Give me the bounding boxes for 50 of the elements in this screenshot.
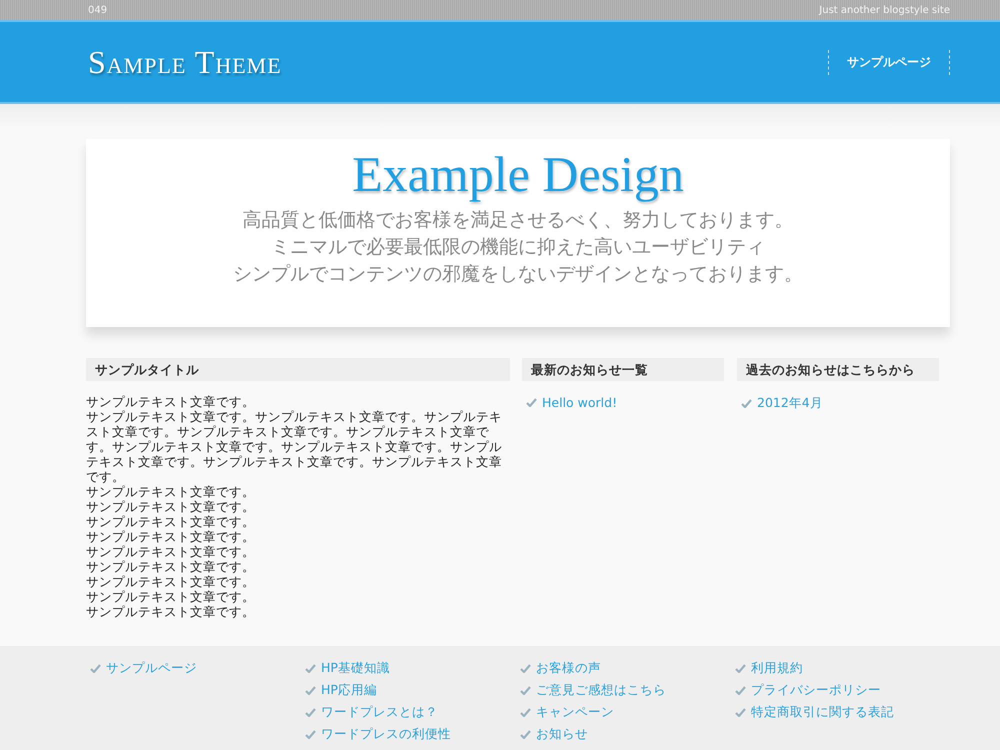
nav-link[interactable]: サンプルページ bbox=[828, 50, 950, 74]
body-text: サンプルテキスト文章です。 bbox=[86, 544, 256, 559]
widget-heading: 過去のお知らせはこちらから bbox=[737, 358, 939, 381]
footer-link[interactable]: 特定商取引に関する表記 bbox=[751, 704, 894, 721]
widget-link[interactable]: Hello world! bbox=[542, 395, 618, 410]
hero-text: ミニマルで必要最低限の機能に抑えた高いユーザビリティ bbox=[271, 235, 765, 260]
footer-link[interactable]: プライバシーポリシー bbox=[751, 682, 881, 699]
footer-link[interactable]: ワードプレスとは？ bbox=[321, 704, 438, 721]
checkmark-icon bbox=[526, 398, 537, 407]
checkmark-icon bbox=[735, 686, 746, 695]
body-text: サンプルテキスト文章です。サンプルテキスト文章です。サンプルテキスト文章です。サンプルテキスト文章です。サンプルテキスト文章です。サンプルテキスト文章です。サンプルテキスト文章です。サンプルテキスト文章です。サンプルテキスト文章です。サンプルテキスト文章です。 bbox=[86, 409, 503, 484]
hero-text: シンプルでコンテンツの邪魔をしないデザインとなっております。 bbox=[233, 262, 803, 287]
footer-link[interactable]: お知らせ bbox=[536, 726, 588, 743]
checkmark-icon bbox=[520, 730, 531, 739]
checkmark-icon bbox=[305, 686, 316, 695]
footer-link[interactable]: ワードプレスの利便性 bbox=[321, 726, 451, 743]
checkmark-icon bbox=[520, 708, 531, 717]
footer-link[interactable]: キャンペーン bbox=[536, 704, 614, 721]
footer-link[interactable]: サンプルページ bbox=[106, 660, 197, 677]
site-tagline: Just another blogstyle site bbox=[819, 4, 950, 16]
checkmark-icon bbox=[305, 730, 316, 739]
checkmark-icon bbox=[520, 686, 531, 695]
checkmark-icon bbox=[735, 664, 746, 673]
footer-link[interactable]: ご意見ご感想はこちら bbox=[536, 682, 666, 699]
body-text: サンプルテキスト文章です。 bbox=[86, 574, 256, 589]
body-text: サンプルテキスト文章です。 bbox=[86, 589, 256, 604]
top-bar-number: 049 bbox=[88, 4, 108, 16]
checkmark-icon bbox=[90, 664, 101, 673]
checkmark-icon bbox=[735, 708, 746, 717]
checkmark-icon bbox=[520, 664, 531, 673]
body-text: サンプルテキスト文章です。 bbox=[86, 394, 256, 409]
widget-link[interactable]: 2012年4月 bbox=[757, 395, 823, 412]
footer-link[interactable]: 利用規約 bbox=[751, 660, 803, 677]
footer-link[interactable]: HP基礎知識 bbox=[321, 660, 390, 677]
site-logo[interactable]: Sample Theme bbox=[88, 44, 282, 80]
checkmark-icon bbox=[305, 664, 316, 673]
checkmark-icon bbox=[741, 399, 752, 408]
body-text: サンプルテキスト文章です。 bbox=[86, 559, 256, 574]
checkmark-icon bbox=[305, 708, 316, 717]
body-text: サンプルテキスト文章です。 bbox=[86, 499, 256, 514]
body-text: サンプルテキスト文章です。 bbox=[86, 514, 256, 529]
body-text: サンプルテキスト文章です。 bbox=[86, 484, 256, 499]
body-text: サンプルテキスト文章です。 bbox=[86, 604, 256, 619]
hero-title: Example Design bbox=[352, 145, 684, 203]
body-text: サンプルテキスト文章です。 bbox=[86, 529, 256, 544]
hero-text: 高品質と低価格でお客様を満足させるべく、努力しております。 bbox=[242, 208, 794, 233]
footer-link[interactable]: HP応用編 bbox=[321, 682, 377, 699]
widget-heading: 最新のお知らせ一覧 bbox=[522, 358, 724, 381]
footer-link[interactable]: お客様の声 bbox=[536, 660, 601, 677]
section-heading: サンプルタイトル bbox=[86, 358, 510, 381]
